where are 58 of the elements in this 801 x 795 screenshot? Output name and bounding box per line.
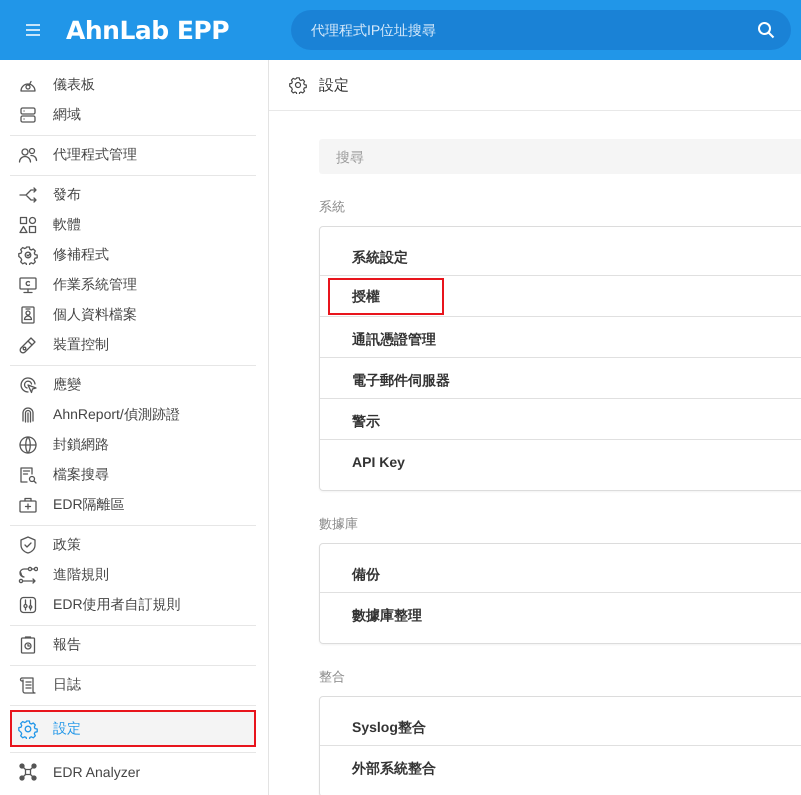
section-title: 系統 <box>319 198 346 216</box>
sidebar-item[interactable]: 軟體 <box>10 210 256 240</box>
sidebar-item[interactable]: 日誌 <box>10 670 256 700</box>
app-logo: AhnLab EPP <box>66 16 230 44</box>
sidebar-item[interactable]: 報告 <box>10 630 256 660</box>
sidebar-item[interactable]: 儀表板 <box>10 70 256 100</box>
sidebar-item[interactable]: 網域 <box>10 100 256 130</box>
sidebar-item[interactable]: 修補程式 <box>10 240 256 270</box>
search-icon[interactable] <box>757 21 775 39</box>
target-cursor-icon <box>18 375 38 395</box>
shield-check-icon <box>18 535 38 555</box>
sidebar-item[interactable]: 個人資料檔案 <box>10 300 256 330</box>
sidebar-item[interactable]: 應變 <box>10 370 256 400</box>
gear-check-icon <box>18 245 38 265</box>
sidebar-item[interactable]: EDR Analyzer <box>10 757 256 787</box>
settings-icon <box>18 718 38 738</box>
settings-item[interactable]: 通訊憑證管理 <box>328 321 460 353</box>
globe-icon <box>18 435 38 455</box>
monitor-icon <box>18 275 38 295</box>
menu-icon[interactable] <box>26 24 40 36</box>
search-field[interactable]: 代理程式IP位址搜尋 <box>291 10 791 50</box>
sidebar-item[interactable]: 作業系統管理 <box>10 270 256 300</box>
branch-arrows-icon <box>18 185 38 205</box>
sidebar-item[interactable]: EDR使用者自訂規則 <box>10 590 256 620</box>
settings-item[interactable]: 警示 <box>328 403 404 435</box>
settings-item[interactable]: 系統設定 <box>328 239 432 271</box>
server-icon <box>18 105 38 125</box>
document-search-icon <box>18 465 38 485</box>
sidebar-item[interactable]: 檔案搜尋 <box>10 460 256 490</box>
network-nodes-icon <box>18 762 38 782</box>
settings-item[interactable]: 外部系統整合 <box>328 750 460 782</box>
sidebar-item[interactable]: 代理程式管理 <box>10 140 256 170</box>
sidebar-item[interactable]: 發布 <box>10 180 256 210</box>
page-title: 設定 <box>319 76 349 94</box>
sidebar-item[interactable]: 封鎖網路 <box>10 430 256 460</box>
settings-item[interactable]: 授權 <box>328 278 444 314</box>
sliders-icon <box>18 595 38 615</box>
scroll-icon <box>18 675 38 695</box>
section-title: 數據庫 <box>319 515 359 533</box>
section-title: 整合 <box>319 668 346 686</box>
shapes-icon <box>18 215 38 235</box>
medical-case-icon <box>18 495 38 515</box>
usb-stick-icon <box>18 335 38 355</box>
clipboard-clock-icon <box>18 635 38 655</box>
settings-item[interactable]: 備份 <box>328 556 404 588</box>
sidebar-item[interactable]: AhnReport/偵測跡證 <box>10 400 256 430</box>
settings-item[interactable]: API Key <box>328 444 429 476</box>
settings-icon <box>289 76 307 94</box>
search-field[interactable]: 搜尋 <box>319 139 801 174</box>
sidebar-item[interactable]: 裝置控制 <box>10 330 256 360</box>
settings-item[interactable]: 數據庫整理 <box>328 597 446 629</box>
sidebar-item[interactable]: 進階規則 <box>10 560 256 590</box>
settings-item[interactable]: 電子郵件伺服器 <box>328 362 474 394</box>
sidebar-item[interactable]: 政策 <box>10 530 256 560</box>
settings-item[interactable]: Syslog整合 <box>328 709 450 741</box>
route-icon <box>18 565 38 585</box>
sidebar-item[interactable]: EDR隔離區 <box>10 490 256 520</box>
users-icon <box>18 145 38 165</box>
